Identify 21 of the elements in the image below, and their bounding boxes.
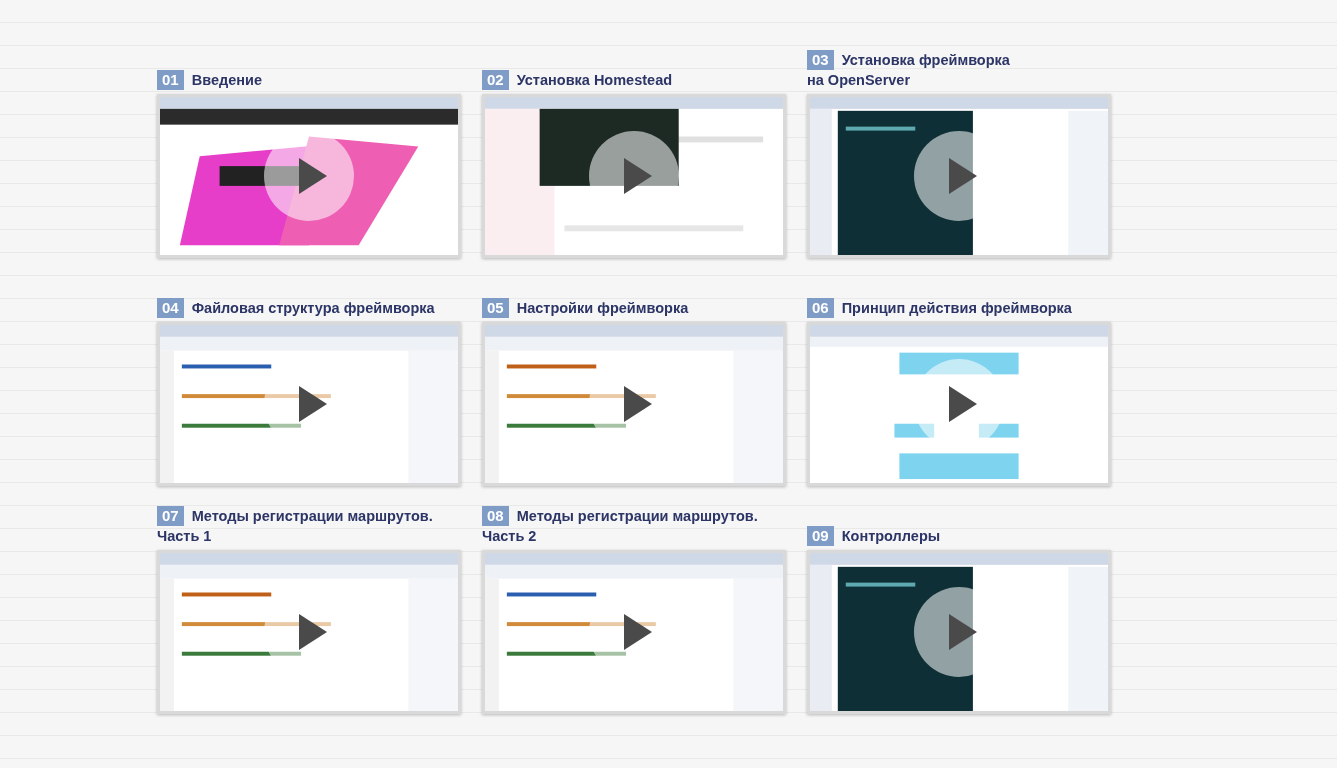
lesson-number: 09 (807, 526, 834, 546)
lesson-number: 04 (157, 298, 184, 318)
lesson-title[interactable]: на OpenServer (807, 72, 911, 88)
lesson-title[interactable]: Настройки фреймворка (516, 300, 689, 316)
lesson-title[interactable]: Установка фреймворка (841, 52, 1010, 68)
lesson-number: 06 (807, 298, 834, 318)
lesson-number: 01 (157, 70, 184, 90)
lesson-title[interactable]: Введение (191, 72, 262, 88)
lesson-title[interactable]: Часть 2 (482, 528, 537, 544)
lesson-title[interactable]: Установка Homestead (516, 72, 673, 88)
lesson-title[interactable]: Методы регистрации маршрутов. (191, 508, 433, 524)
lesson-number: 07 (157, 506, 184, 526)
lesson-title[interactable]: Часть 1 (157, 528, 212, 544)
lesson-title[interactable]: Контроллеры (841, 528, 941, 544)
lesson-title[interactable]: Принцип действия фреймворка (841, 300, 1072, 316)
lesson-number: 05 (482, 298, 509, 318)
lesson-number: 03 (807, 50, 834, 70)
lesson-title[interactable]: Файловая структура фреймворка (191, 300, 435, 316)
lesson-number: 02 (482, 70, 509, 90)
lesson-number: 08 (482, 506, 509, 526)
lesson-title[interactable]: Методы регистрации маршрутов. (516, 508, 758, 524)
